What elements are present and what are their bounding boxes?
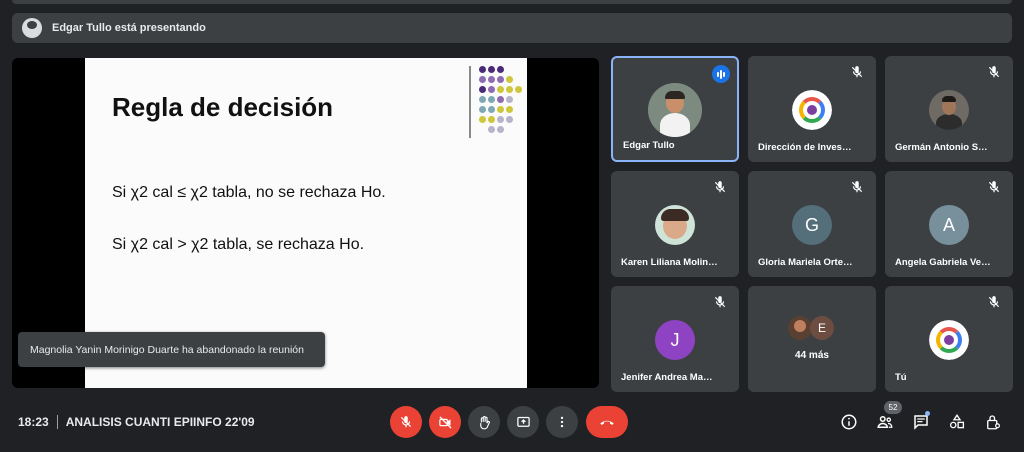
speaking-indicator-icon xyxy=(712,65,730,83)
mic-off-icon xyxy=(988,181,1000,193)
mic-off-icon xyxy=(851,66,863,78)
participant-tile-jenifer[interactable]: J Jenifer Andrea Ma… xyxy=(611,286,739,392)
activities-icon xyxy=(949,414,965,429)
mic-off-icon xyxy=(851,181,863,193)
bottom-toolbar: 18:23 ANALISIS CUANTI EPIINFO 22'09 xyxy=(0,400,1024,452)
presenter-text: Edgar Tullo está presentando xyxy=(52,22,206,34)
slide-decoration-dots xyxy=(479,66,523,133)
people-button[interactable] xyxy=(874,411,896,433)
slide-rule-2: Si χ2 cal > χ2 tabla, se rechaza Ho. xyxy=(112,236,365,253)
meeting-name: ANALISIS CUANTI EPIINFO 22'09 xyxy=(65,415,255,429)
participant-name: Dirección de Inves… xyxy=(758,142,852,153)
leave-call-button[interactable] xyxy=(586,406,628,438)
presenter-avatar xyxy=(22,18,42,38)
participant-name: Gloria Mariela Orte… xyxy=(758,257,853,268)
more-vert-icon xyxy=(560,416,564,428)
more-participants-label: 44 más xyxy=(795,350,829,361)
info-icon xyxy=(841,414,857,430)
participant-tile-german[interactable]: Germán Antonio S… xyxy=(885,56,1013,162)
participant-avatar xyxy=(655,205,695,245)
participant-name: Edgar Tullo xyxy=(623,140,675,151)
slide-title: Regla de decisión xyxy=(112,92,334,122)
mic-off-icon xyxy=(400,416,412,428)
mic-toggle-button[interactable] xyxy=(390,406,422,438)
participant-avatar: A xyxy=(929,205,969,245)
participant-name: Tú xyxy=(895,372,907,383)
present-icon xyxy=(516,416,530,427)
overflow-avatar-photo xyxy=(788,316,812,340)
slide-divider xyxy=(469,66,471,138)
participant-avatar: G xyxy=(792,205,832,245)
meeting-info: 18:23 ANALISIS CUANTI EPIINFO 22'09 xyxy=(18,415,255,429)
participant-name: Germán Antonio S… xyxy=(895,142,988,153)
people-icon xyxy=(877,416,893,428)
participant-name: Jenifer Andrea Ma… xyxy=(621,372,713,383)
presenter-bar: Edgar Tullo está presentando xyxy=(12,13,1012,43)
lock-person-icon xyxy=(987,415,1000,430)
meeting-details-button[interactable] xyxy=(838,411,860,433)
hand-icon xyxy=(479,415,490,429)
activities-button[interactable] xyxy=(946,411,968,433)
participant-tile-angela[interactable]: A Angela Gabriela Ve… xyxy=(885,171,1013,277)
participant-avatar xyxy=(929,320,969,360)
participant-avatar xyxy=(792,90,832,130)
slide-rule-1: Si χ2 cal ≤ χ2 tabla, no se rechaza Ho. xyxy=(112,184,386,201)
overflow-avatar-initial: E xyxy=(810,316,834,340)
participant-tile-edgar[interactable]: Edgar Tullo xyxy=(611,56,739,162)
chat-notification-dot xyxy=(925,411,930,416)
participant-avatar xyxy=(929,90,969,130)
meeting-info-divider xyxy=(56,415,58,429)
participant-name: Karen Liliana Molin… xyxy=(621,257,718,268)
raise-hand-button[interactable] xyxy=(468,406,500,438)
mic-off-icon xyxy=(714,181,726,193)
participant-tile-karen[interactable]: Karen Liliana Molin… xyxy=(611,171,739,277)
mic-off-icon xyxy=(988,66,1000,78)
camera-toggle-button[interactable] xyxy=(429,406,461,438)
present-screen-button[interactable] xyxy=(507,406,539,438)
participant-tile-gloria[interactable]: G Gloria Mariela Orte… xyxy=(748,171,876,277)
mic-off-icon xyxy=(988,296,1000,308)
participant-avatar xyxy=(648,83,702,137)
camera-off-icon xyxy=(438,415,452,429)
people-count-badge: 52 xyxy=(884,401,902,414)
top-strip xyxy=(0,0,1024,6)
mic-off-icon xyxy=(714,296,726,308)
hang-up-icon xyxy=(600,420,614,425)
participant-tile-self[interactable]: Tú xyxy=(885,286,1013,392)
leave-notification: Magnolia Yanin Morinigo Duarte ha abando… xyxy=(18,332,325,367)
more-options-button[interactable] xyxy=(546,406,578,438)
host-controls-button[interactable] xyxy=(982,411,1004,433)
meeting-time: 18:23 xyxy=(18,415,49,429)
participant-name: Angela Gabriela Ve… xyxy=(895,257,991,268)
participant-avatar: J xyxy=(655,320,695,360)
participant-tile-direccion[interactable]: Dirección de Inves… xyxy=(748,56,876,162)
participant-tile-more[interactable]: E 44 más xyxy=(748,286,876,392)
